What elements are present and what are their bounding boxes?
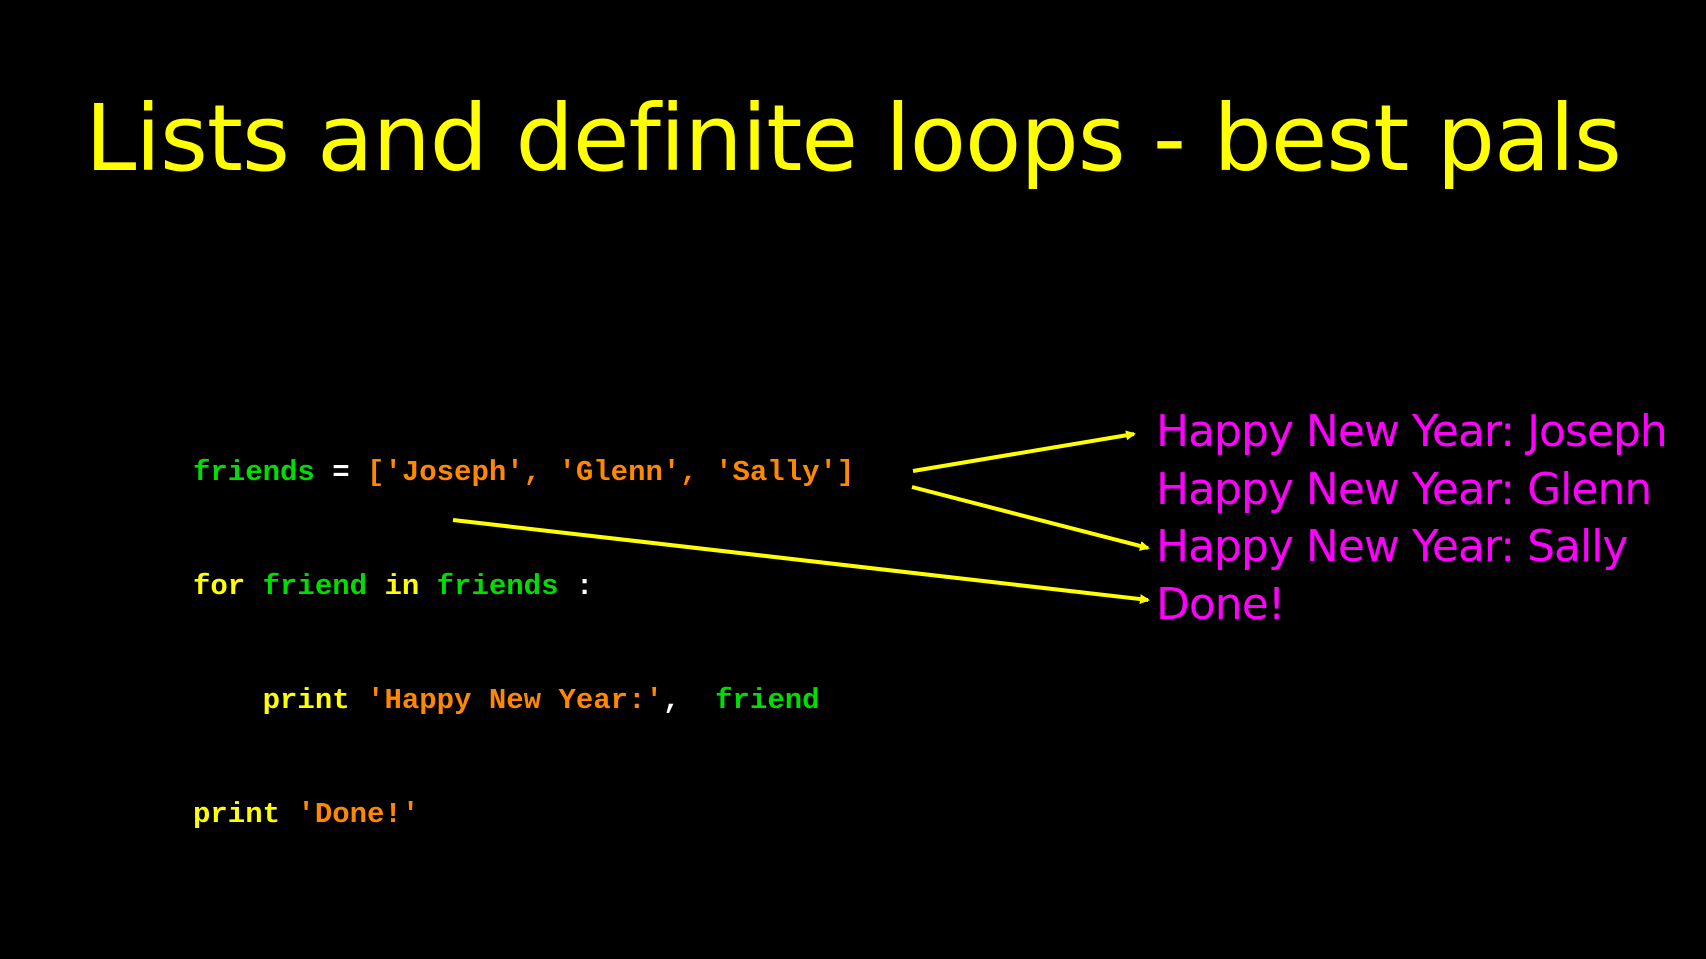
- arrow-loop-to-first-output: [912, 430, 1136, 473]
- slide: Lists and definite loops - best pals fri…: [0, 0, 1706, 959]
- arrow-done-to-output: [452, 518, 1150, 605]
- arrow-loop-to-last-output: [911, 485, 1150, 551]
- arrows-layer: [452, 430, 1150, 605]
